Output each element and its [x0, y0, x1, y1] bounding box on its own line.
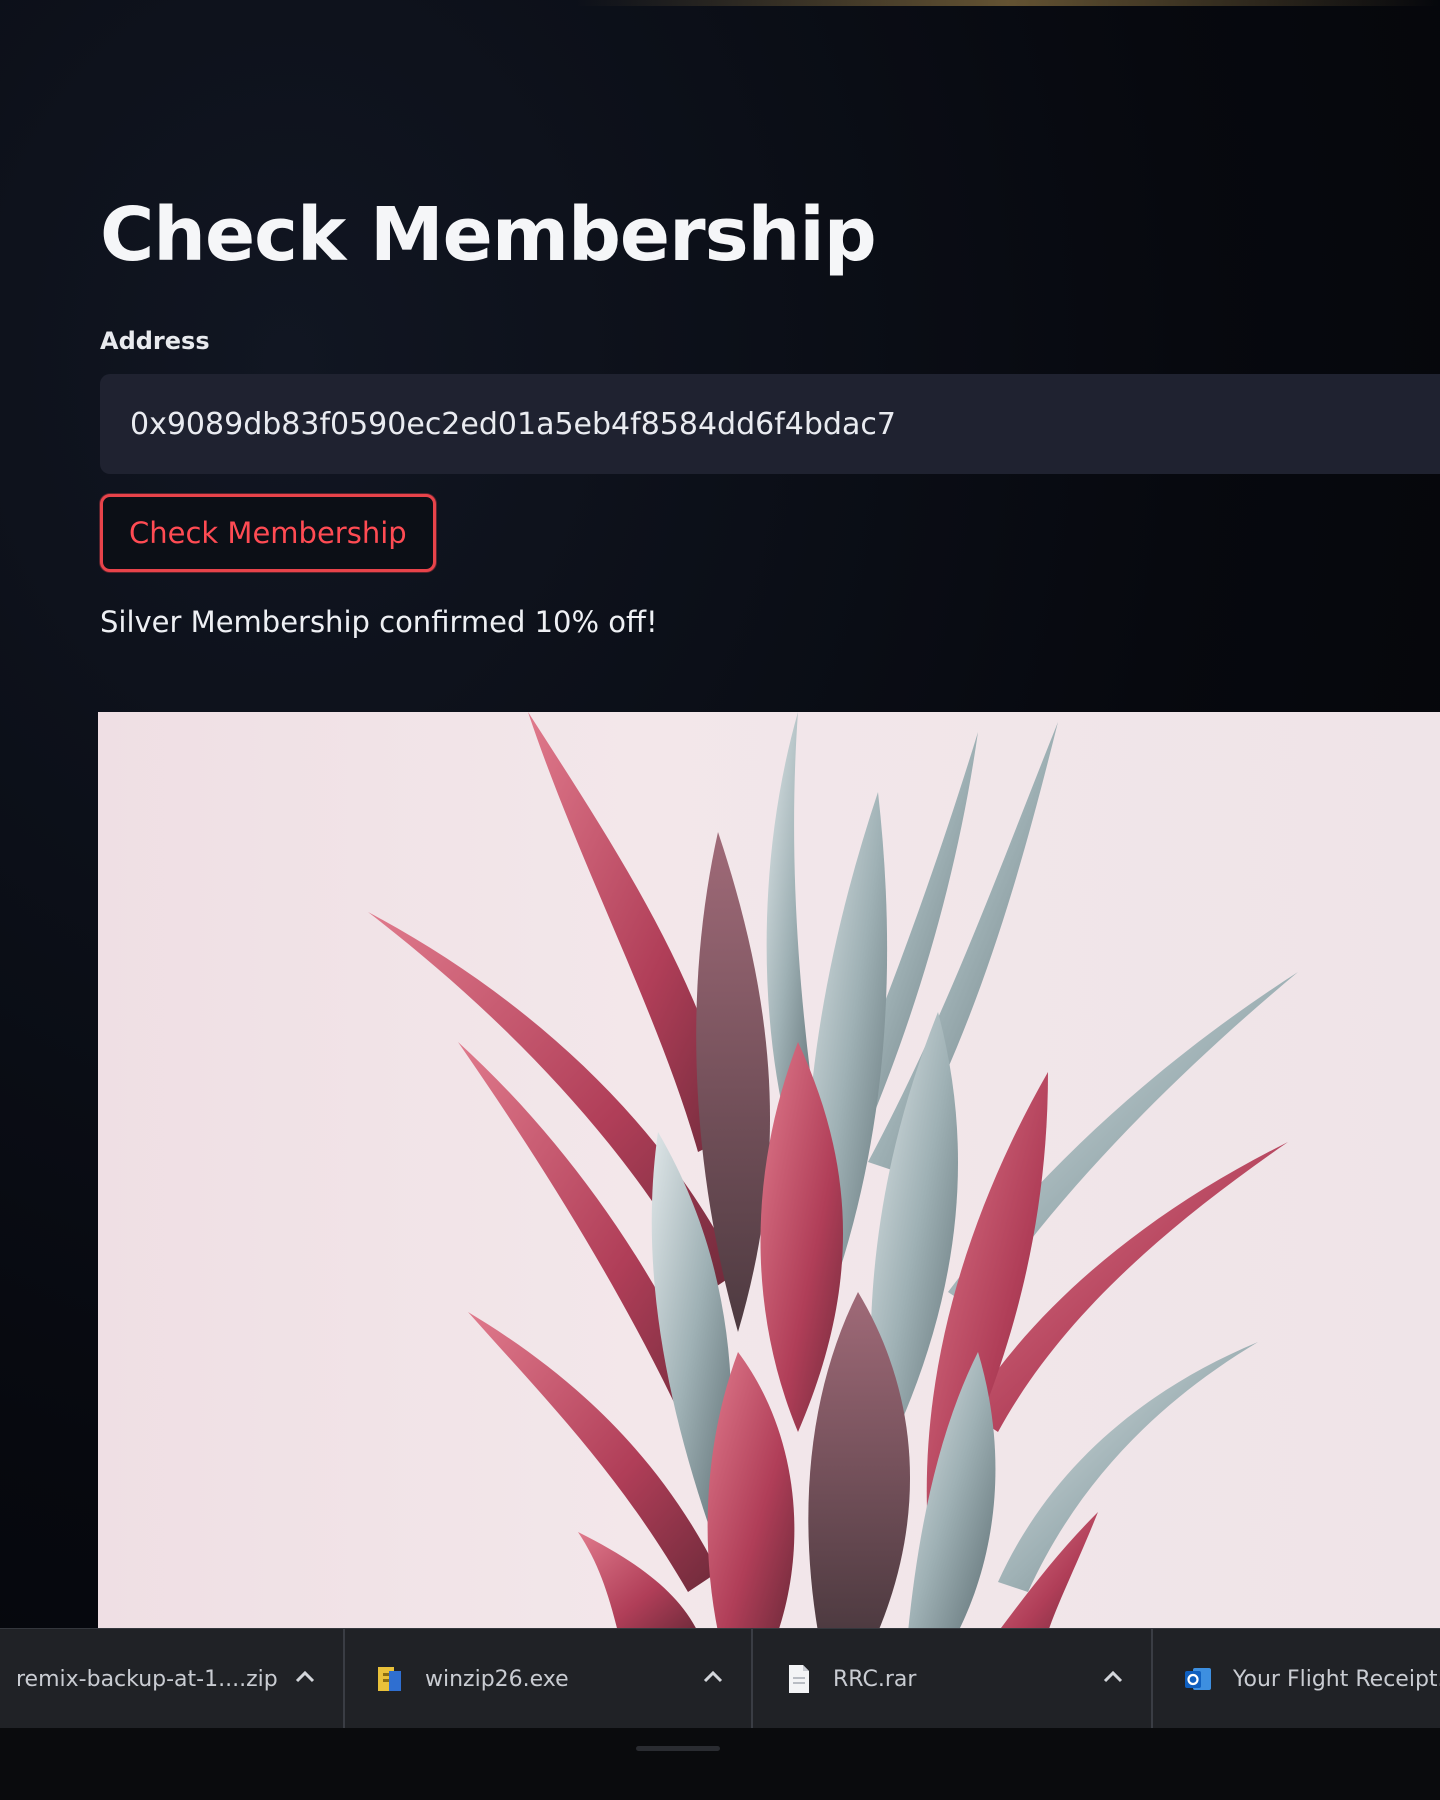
- screen: Check Membership Address Check Membershi…: [0, 0, 1440, 1800]
- download-item[interactable]: winzip26.exe: [345, 1629, 753, 1729]
- download-name: remix-backup-at-1....zip: [16, 1666, 278, 1692]
- address-input[interactable]: [100, 374, 1440, 474]
- address-label: Address: [100, 327, 210, 355]
- pineapple-image: [98, 712, 1440, 1632]
- pineapple-illustration: [368, 712, 1298, 1632]
- download-name: RRC.rar: [833, 1666, 917, 1692]
- check-membership-button[interactable]: Check Membership: [100, 494, 436, 572]
- membership-result-message: Silver Membership confirmed 10% off!: [100, 605, 658, 639]
- downloads-bar: remix-backup-at-1....zip winzip26.exe RR…: [0, 1628, 1440, 1729]
- outlook-icon: [1185, 1668, 1211, 1690]
- chevron-up-icon[interactable]: [1101, 1665, 1125, 1689]
- monitor-bezel: [0, 1728, 1440, 1800]
- chevron-up-icon[interactable]: [293, 1665, 317, 1689]
- chevron-up-icon[interactable]: [701, 1665, 725, 1689]
- download-name: winzip26.exe: [425, 1666, 569, 1692]
- download-item[interactable]: Your Flight Receipt....e: [1153, 1629, 1440, 1729]
- bezel-indicator: [636, 1746, 720, 1751]
- winzip-icon: [378, 1667, 401, 1691]
- document-icon: [789, 1665, 809, 1693]
- page-title: Check Membership: [100, 192, 877, 278]
- download-item[interactable]: RRC.rar: [753, 1629, 1153, 1729]
- download-item[interactable]: remix-backup-at-1....zip: [0, 1629, 345, 1729]
- download-name: Your Flight Receipt....e: [1233, 1666, 1440, 1692]
- membership-app: Check Membership Address Check Membershi…: [100, 180, 1440, 642]
- bezel-glow: [0, 0, 1440, 6]
